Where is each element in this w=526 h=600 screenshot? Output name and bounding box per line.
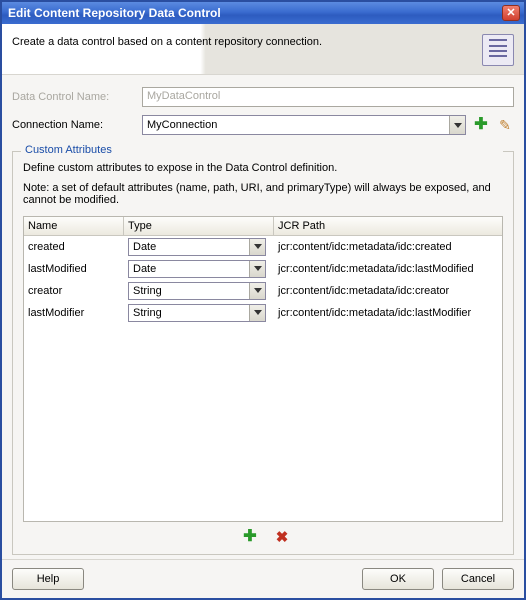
type-dropdown-button[interactable] <box>249 239 265 255</box>
cell-name[interactable]: lastModified <box>24 260 124 278</box>
type-dropdown-button[interactable] <box>249 283 265 299</box>
table-row[interactable]: creator String jcr:content/idc:metadata/… <box>24 280 502 302</box>
titlebar: Edit Content Repository Data Control ✕ <box>2 2 524 24</box>
cell-jcrpath[interactable]: jcr:content/idc:metadata/idc:creator <box>274 282 502 300</box>
cell-jcrpath[interactable]: jcr:content/idc:metadata/idc:created <box>274 238 502 256</box>
chevron-down-icon <box>254 266 262 271</box>
col-header-jcrpath[interactable]: JCR Path <box>274 217 502 235</box>
custom-attributes-description: Define custom attributes to expose in th… <box>23 162 503 174</box>
type-value: String <box>133 307 162 319</box>
close-icon: ✕ <box>506 8 515 19</box>
edit-connection-button[interactable]: ✎ <box>496 116 514 134</box>
delete-icon: ✖ <box>276 530 289 545</box>
window-title: Edit Content Repository Data Control <box>8 6 221 20</box>
add-attribute-button[interactable]: ✚ <box>241 528 259 546</box>
pencil-icon: ✎ <box>499 118 511 132</box>
type-combo[interactable]: String <box>128 282 266 300</box>
cancel-button[interactable]: Cancel <box>442 568 514 590</box>
cell-type: Date <box>124 257 274 281</box>
header-description: Create a data control based on a content… <box>12 34 474 48</box>
chevron-down-icon <box>254 288 262 293</box>
close-button[interactable]: ✕ <box>502 5 520 21</box>
cell-name[interactable]: creator <box>24 282 124 300</box>
content-area: Data Control Name: MyDataControl Connect… <box>2 75 524 559</box>
dialog-footer: Help OK Cancel <box>2 559 524 598</box>
type-dropdown-button[interactable] <box>249 305 265 321</box>
chevron-down-icon <box>254 244 262 249</box>
cell-jcrpath[interactable]: jcr:content/idc:metadata/idc:lastModifie… <box>274 304 502 322</box>
chevron-down-icon <box>254 310 262 315</box>
data-control-name-row: Data Control Name: MyDataControl <box>12 87 514 107</box>
attributes-table: Name Type JCR Path created Date jcr:c <box>23 216 503 522</box>
cell-jcrpath[interactable]: jcr:content/idc:metadata/idc:lastModifie… <box>274 260 502 278</box>
type-combo[interactable]: String <box>128 304 266 322</box>
dialog-window: Edit Content Repository Data Control ✕ C… <box>0 0 526 600</box>
cell-type: String <box>124 279 274 303</box>
table-row[interactable]: lastModified Date jcr:content/idc:metada… <box>24 258 502 280</box>
connection-name-label: Connection Name: <box>12 119 142 131</box>
cell-name[interactable]: created <box>24 238 124 256</box>
plus-icon: ✚ <box>243 529 256 545</box>
connection-name-combo[interactable]: MyConnection <box>142 115 466 135</box>
table-header: Name Type JCR Path <box>24 217 502 236</box>
table-row[interactable]: lastModifier String jcr:content/idc:meta… <box>24 302 502 324</box>
custom-attributes-legend: Custom Attributes <box>21 144 503 156</box>
table-row[interactable]: created Date jcr:content/idc:metadata/id… <box>24 236 502 258</box>
add-connection-button[interactable]: ✚ <box>472 116 490 134</box>
document-icon <box>482 34 514 66</box>
header-banner: Create a data control based on a content… <box>2 24 524 75</box>
col-header-type[interactable]: Type <box>124 217 274 235</box>
data-control-name-label: Data Control Name: <box>12 91 142 103</box>
type-value: Date <box>133 263 156 275</box>
footer-right: OK Cancel <box>362 568 514 590</box>
type-value: Date <box>133 241 156 253</box>
col-header-name[interactable]: Name <box>24 217 124 235</box>
table-actions: ✚ ✖ <box>23 522 503 546</box>
type-dropdown-button[interactable] <box>249 261 265 277</box>
ok-button[interactable]: OK <box>362 568 434 590</box>
remove-attribute-button[interactable]: ✖ <box>273 528 291 546</box>
plus-icon: ✚ <box>474 117 487 133</box>
cell-name[interactable]: lastModifier <box>24 304 124 322</box>
cell-type: Date <box>124 236 274 259</box>
data-control-name-field: MyDataControl <box>142 87 514 107</box>
chevron-down-icon <box>454 123 462 128</box>
table-body: created Date jcr:content/idc:metadata/id… <box>24 236 502 521</box>
connection-name-dropdown-button[interactable] <box>449 116 465 134</box>
type-value: String <box>133 285 162 297</box>
connection-name-value: MyConnection <box>147 119 217 131</box>
help-button[interactable]: Help <box>12 568 84 590</box>
type-combo[interactable]: Date <box>128 260 266 278</box>
connection-name-row: Connection Name: MyConnection ✚ ✎ <box>12 115 514 135</box>
cell-type: String <box>124 301 274 325</box>
custom-attributes-note: Note: a set of default attributes (name,… <box>23 182 503 206</box>
custom-attributes-fieldset: Custom Attributes Define custom attribut… <box>12 151 514 555</box>
type-combo[interactable]: Date <box>128 238 266 256</box>
